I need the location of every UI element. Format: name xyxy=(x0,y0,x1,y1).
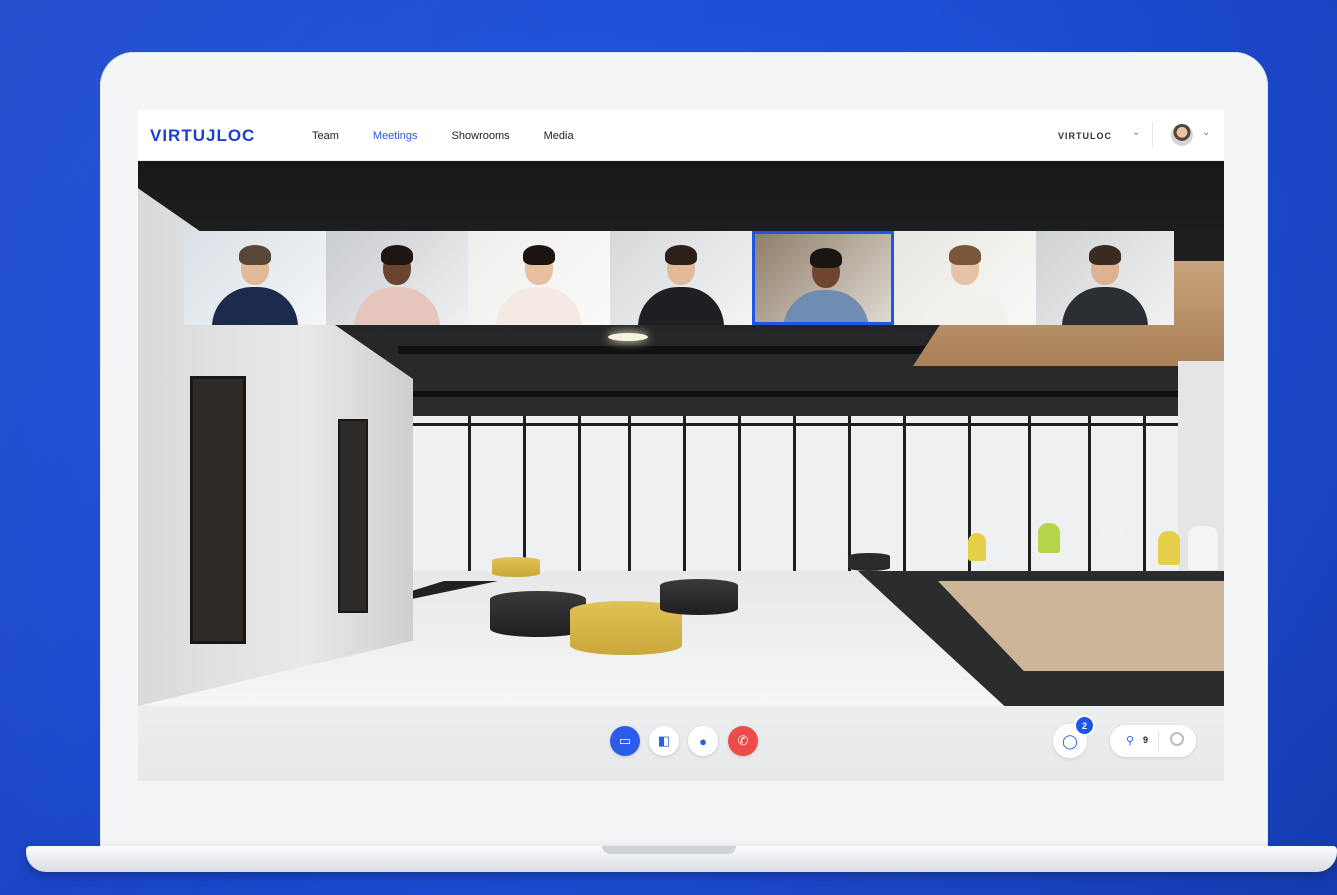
window-frame xyxy=(793,416,796,571)
microphone-button[interactable]: ● xyxy=(688,726,718,756)
participant-torso xyxy=(354,287,440,325)
message-bubble-icon: ◯ xyxy=(1062,732,1078,749)
nav-item-showrooms[interactable]: Showrooms xyxy=(452,130,510,142)
participant-tile[interactable] xyxy=(894,231,1036,325)
nav-item-team[interactable]: Team xyxy=(312,130,339,142)
window-frame xyxy=(468,416,471,571)
camera-button[interactable]: ◧ xyxy=(649,726,679,756)
window-frame xyxy=(1088,416,1091,571)
door xyxy=(190,376,246,644)
top-nav: VIRTUJLOC Team Meetings Showrooms Media … xyxy=(138,110,1224,161)
settings-icon[interactable] xyxy=(1170,732,1184,746)
chat-button[interactable]: ▭ xyxy=(610,726,640,756)
stool xyxy=(848,553,890,571)
participant-hair xyxy=(949,245,981,265)
divider xyxy=(1158,731,1159,751)
participant-hair xyxy=(1089,245,1121,265)
microphone-icon: ● xyxy=(699,733,707,749)
participant-hair xyxy=(239,245,271,265)
window-frame xyxy=(1028,416,1031,571)
participant-tile[interactable] xyxy=(326,231,468,325)
org-switcher[interactable]: VIRTULOC xyxy=(1058,131,1112,141)
camera-icon: ◧ xyxy=(657,733,671,748)
participant-torso xyxy=(783,290,869,322)
window-frame xyxy=(848,416,851,571)
nav-item-media[interactable]: Media xyxy=(544,130,574,142)
window-frame xyxy=(1143,416,1146,571)
participant-hair xyxy=(381,245,413,265)
laptop-notch xyxy=(602,846,736,854)
app-screen: VIRTUJLOC Team Meetings Showrooms Media … xyxy=(138,110,1224,781)
stool xyxy=(492,557,540,577)
avatar[interactable] xyxy=(1171,124,1193,146)
participant-torso xyxy=(496,287,582,325)
participant-torso xyxy=(638,287,724,325)
participant-hair xyxy=(523,245,555,265)
window-frame xyxy=(523,416,526,571)
window-frame xyxy=(578,416,581,571)
chair xyxy=(1188,526,1218,570)
nav-links: Team Meetings Showrooms Media xyxy=(312,130,574,142)
participant-tile[interactable] xyxy=(184,231,326,325)
chevron-down-icon[interactable]: ⌄ xyxy=(1132,127,1140,138)
ceiling-beam xyxy=(398,391,1198,397)
chair xyxy=(1038,523,1060,553)
stool xyxy=(660,579,738,615)
participant-torso xyxy=(1062,287,1148,325)
chevron-down-icon[interactable]: ⌄ xyxy=(1202,127,1210,138)
participant-hair xyxy=(665,245,697,265)
participant-tile[interactable] xyxy=(1036,231,1174,325)
window-frame xyxy=(738,416,741,571)
divider xyxy=(1152,122,1153,148)
nav-item-meetings[interactable]: Meetings xyxy=(373,130,418,142)
participant-torso xyxy=(212,287,298,325)
messages-badge: 2 xyxy=(1074,715,1095,736)
participant-tile[interactable] xyxy=(468,231,610,325)
participant-strip xyxy=(184,231,1180,325)
participant-tile[interactable] xyxy=(610,231,752,325)
window-frame xyxy=(903,416,906,571)
chair xyxy=(968,533,986,561)
window-frame xyxy=(683,416,686,571)
hangup-button[interactable]: ✆ xyxy=(728,726,758,756)
phone-icon: ✆ xyxy=(737,733,749,748)
ceiling-lamp xyxy=(608,333,648,341)
logo[interactable]: VIRTUJLOC xyxy=(150,126,255,146)
chat-icon: ▭ xyxy=(618,733,632,748)
participant-tile[interactable] xyxy=(752,231,894,325)
door xyxy=(338,419,368,613)
window-frame xyxy=(628,416,631,571)
participant-torso xyxy=(922,287,1008,325)
people-icon: ⚲ xyxy=(1126,735,1135,747)
people-pill[interactable]: ⚲ 9 xyxy=(1110,725,1196,757)
chair xyxy=(1098,526,1126,566)
people-count: 9 xyxy=(1143,735,1149,745)
participant-hair xyxy=(810,248,842,268)
chair xyxy=(1158,531,1180,565)
virtual-room-scene: ▭ ◧ ● ✆ ◯ 2 ⚲ 9 xyxy=(138,161,1224,781)
